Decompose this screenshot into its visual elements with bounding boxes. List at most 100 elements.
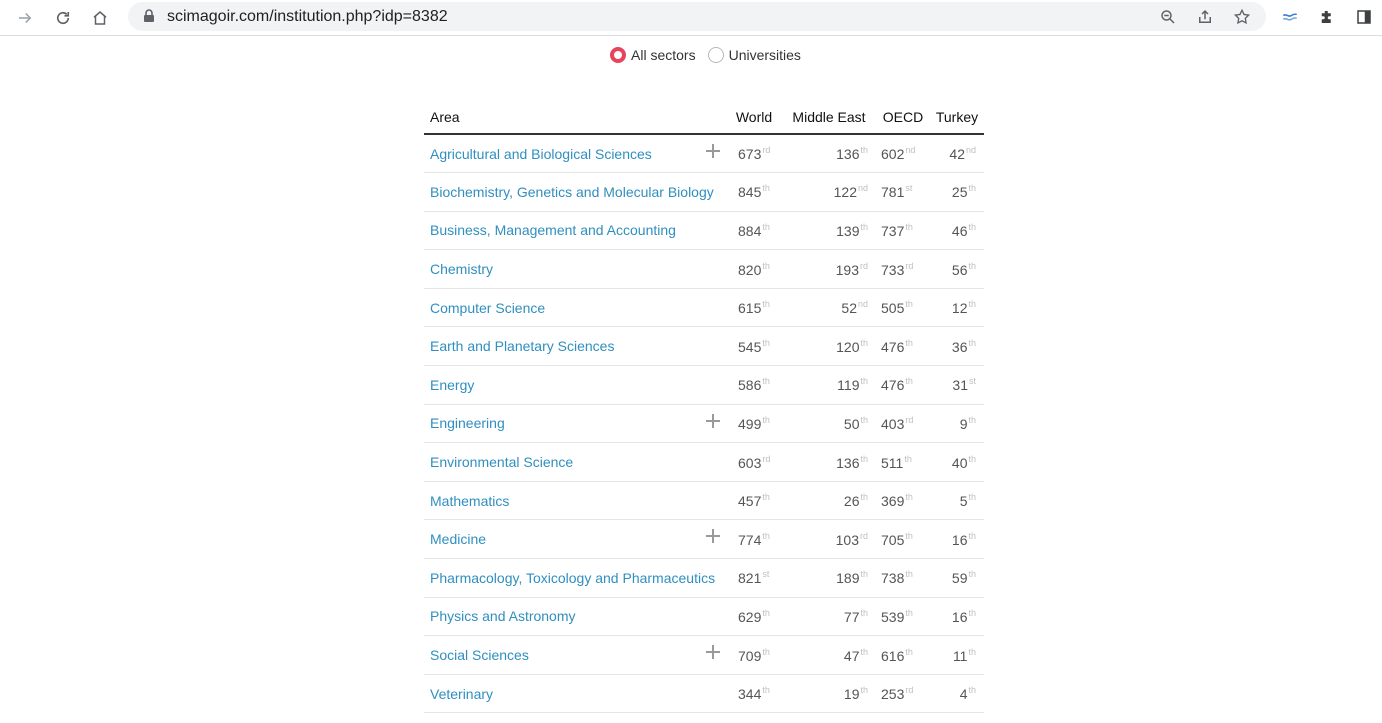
expand-plus-icon[interactable] xyxy=(706,645,720,660)
area-link[interactable]: Agricultural and Biological Sciences xyxy=(430,146,652,162)
world-rank: 615th xyxy=(726,288,782,328)
home-icon[interactable] xyxy=(89,7,111,29)
world-rank: 457th xyxy=(726,481,782,521)
rank-number: 11 xyxy=(952,647,968,664)
world-rank: 499th xyxy=(726,404,782,444)
expand-plus-icon[interactable] xyxy=(706,144,720,158)
rank-number: 602 xyxy=(881,146,905,163)
radio-all-sectors[interactable]: All sectors xyxy=(610,47,696,63)
address-bar[interactable]: scimagoir.com/institution.php?idp=8382 xyxy=(128,2,1266,31)
rank-number: 476 xyxy=(881,338,905,355)
area-cell: Agricultural and Biological Sciences xyxy=(424,134,726,174)
area-link[interactable]: Veterinary xyxy=(430,686,493,702)
radio-universities[interactable]: Universities xyxy=(707,47,801,63)
rank-number: 136 xyxy=(836,146,860,163)
area-link[interactable]: Biochemistry, Genetics and Molecular Bio… xyxy=(430,184,714,200)
rank-suffix: th xyxy=(860,414,868,425)
table-row: Physics and Astronomy 629th 77th 539th 16th xyxy=(424,597,984,637)
turkey-rank: 5th xyxy=(930,481,984,521)
rank-suffix: th xyxy=(968,569,976,580)
world-rank: 673rd xyxy=(726,134,782,174)
oecd-rank: 403rd xyxy=(876,404,930,444)
rank-suffix: nd xyxy=(905,145,916,156)
bookmark-star-icon[interactable] xyxy=(1232,7,1252,27)
rank-suffix: th xyxy=(762,376,770,387)
expand-plus-icon[interactable] xyxy=(706,529,720,544)
rank-suffix: th xyxy=(905,569,913,580)
rank-number: 40 xyxy=(951,454,968,471)
rank-suffix: th xyxy=(968,492,976,503)
zoom-icon[interactable] xyxy=(1158,7,1178,27)
turkey-rank: 16th xyxy=(930,519,984,560)
browser-toolbar: scimagoir.com/institution.php?idp=8382 xyxy=(0,0,1382,36)
puzzle-extensions-icon[interactable] xyxy=(1316,6,1338,28)
rank-suffix: nd xyxy=(857,183,868,194)
area-link[interactable]: Energy xyxy=(430,377,474,393)
header-middle-east: Middle East xyxy=(782,101,876,135)
rank-suffix: th xyxy=(968,221,976,232)
side-panel-icon[interactable] xyxy=(1353,6,1375,28)
area-link[interactable]: Physics and Astronomy xyxy=(430,608,576,624)
rank-suffix: th xyxy=(762,607,770,618)
world-rank: 884th xyxy=(726,211,782,251)
turkey-rank: 36th xyxy=(930,326,984,367)
table-row: Medicine 774th 103rd 705th 16th xyxy=(424,519,984,560)
rank-suffix: th xyxy=(860,685,868,696)
turkey-rank: 46th xyxy=(930,211,984,251)
turkey-rank: 12th xyxy=(930,288,984,328)
rank-suffix: th xyxy=(762,337,770,348)
extension-wave-icon[interactable] xyxy=(1279,6,1301,28)
rank-suffix: th xyxy=(762,221,770,232)
table-row: Mathematics 457th 26th 369th 5th xyxy=(424,481,984,521)
url-text[interactable]: scimagoir.com/institution.php?idp=8382 xyxy=(167,8,448,26)
back-arrow-icon[interactable] xyxy=(14,7,36,29)
oecd-rank: 369th xyxy=(876,481,930,521)
rank-number: 733 xyxy=(881,261,905,278)
area-link[interactable]: Engineering xyxy=(430,415,505,431)
table-row: Engineering 499th 50th 403rd 9th xyxy=(424,404,984,444)
area-link[interactable]: Environmental Science xyxy=(430,454,573,470)
rank-suffix: th xyxy=(968,530,976,541)
rank-number: 52 xyxy=(841,300,857,317)
rank-suffix: th xyxy=(762,530,770,541)
rank-suffix: rd xyxy=(762,145,771,156)
oecd-rank: 781st xyxy=(876,172,930,212)
world-rank: 845th xyxy=(726,172,782,212)
area-link[interactable]: Pharmacology, Toxicology and Pharmaceuti… xyxy=(430,570,715,586)
area-cell: Biochemistry, Genetics and Molecular Bio… xyxy=(424,172,726,212)
area-link[interactable]: Earth and Planetary Sciences xyxy=(430,338,614,354)
area-cell: Medicine xyxy=(424,519,726,560)
table-row: Biochemistry, Genetics and Molecular Bio… xyxy=(424,172,984,212)
rank-number: 781 xyxy=(881,184,905,201)
rank-suffix: rd xyxy=(859,260,868,271)
rank-number: 709 xyxy=(738,647,762,664)
reload-icon[interactable] xyxy=(52,7,74,29)
rank-number: 821 xyxy=(738,570,762,587)
expand-plus-icon[interactable] xyxy=(706,413,720,428)
header-oecd: OECD xyxy=(876,101,930,135)
rank-number: 36 xyxy=(951,338,968,355)
rank-suffix: st xyxy=(905,183,913,194)
area-link[interactable]: Social Sciences xyxy=(430,647,529,663)
area-link[interactable]: Mathematics xyxy=(430,493,509,509)
rank-number: 4 xyxy=(959,686,968,703)
area-link[interactable]: Business, Management and Accounting xyxy=(430,222,676,238)
rank-suffix: rd xyxy=(859,530,868,541)
turkey-rank: 4th xyxy=(930,674,984,714)
radio-unchecked-icon[interactable] xyxy=(707,47,724,63)
area-link[interactable]: Chemistry xyxy=(430,261,493,277)
share-icon[interactable] xyxy=(1195,7,1215,27)
turkey-rank: 31st xyxy=(930,365,984,405)
middle-east-rank: 136th xyxy=(782,134,876,174)
area-cell: Business, Management and Accounting xyxy=(424,211,726,251)
radio-checked-icon[interactable] xyxy=(610,47,626,63)
area-link[interactable]: Medicine xyxy=(430,531,486,547)
area-link[interactable]: Computer Science xyxy=(430,300,545,316)
middle-east-rank: 193rd xyxy=(782,249,876,289)
area-cell: Mathematics xyxy=(424,481,726,521)
middle-east-rank: 139th xyxy=(782,211,876,251)
rank-suffix: th xyxy=(860,453,868,464)
middle-east-rank: 77th xyxy=(782,597,876,637)
turkey-rank: 40th xyxy=(930,442,984,482)
rank-number: 603 xyxy=(738,454,762,471)
